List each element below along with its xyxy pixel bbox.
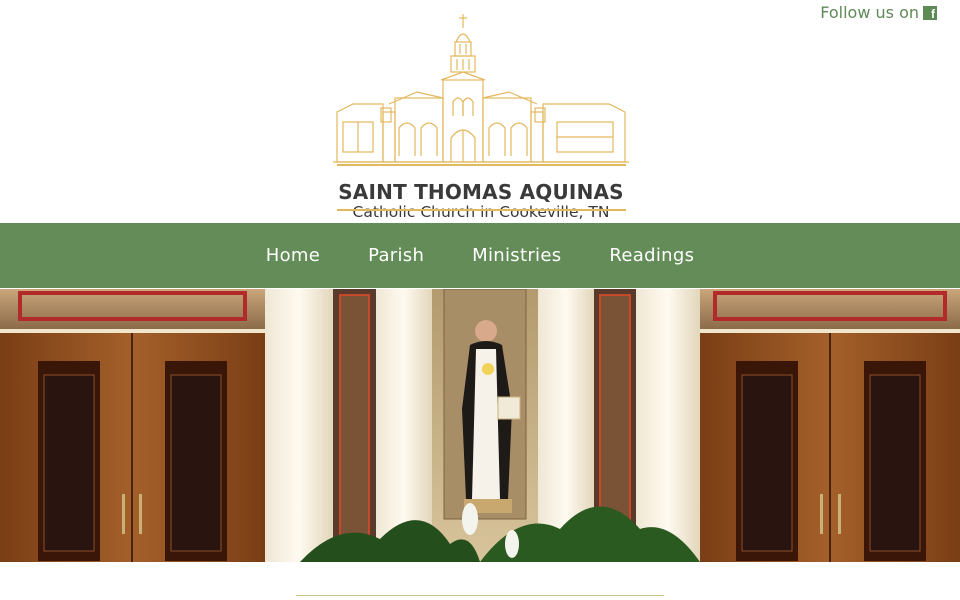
nav-item-readings[interactable]: Readings	[585, 245, 718, 266]
nav-item-parish[interactable]: Parish	[344, 245, 448, 266]
follow-us-text: Follow us on	[820, 3, 919, 22]
logo-subtitle: Catholic Church in Cookeville, TN	[352, 203, 610, 221]
content-divider	[296, 595, 664, 596]
social-follow-link[interactable]: Follow us on f	[820, 3, 937, 22]
main-navigation: Home Parish Ministries Readings	[0, 223, 960, 288]
site-logo[interactable]: SAINT THOMAS AQUINAS Catholic Church in …	[333, 12, 629, 221]
hero-image	[0, 289, 960, 562]
logo-bottom-rule	[337, 209, 626, 211]
church-building-icon	[333, 14, 629, 163]
facebook-icon[interactable]: f	[923, 5, 937, 20]
nav-item-home[interactable]: Home	[242, 245, 344, 266]
nav-item-ministries[interactable]: Ministries	[448, 245, 585, 266]
logo-title: SAINT THOMAS AQUINAS	[338, 180, 624, 204]
logo-top-rule	[337, 164, 626, 166]
